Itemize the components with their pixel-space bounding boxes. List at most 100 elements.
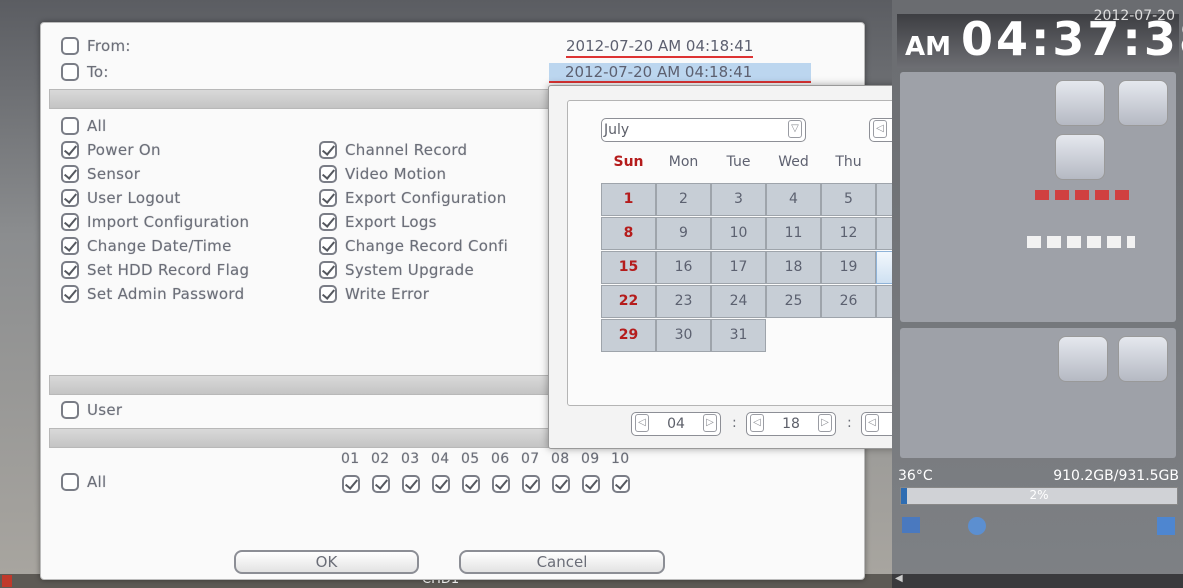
event-option[interactable]: Export Configuration [319, 189, 507, 207]
second-prev-icon[interactable]: ◁ [865, 414, 879, 432]
channel-checkbox[interactable] [582, 475, 600, 493]
event-checkbox[interactable] [61, 237, 79, 255]
event-checkbox[interactable] [61, 141, 79, 159]
channel-checkbox[interactable] [522, 475, 540, 493]
calendar-day[interactable]: 31 [711, 319, 766, 352]
calendar-day[interactable]: 30 [656, 319, 711, 352]
channel-all-row[interactable]: All [61, 473, 107, 491]
snowflake-icon[interactable] [1055, 134, 1105, 180]
hour-stepper[interactable]: ◁ 04 ▷ [631, 412, 721, 436]
ok-button[interactable]: OK [234, 550, 419, 574]
calendar-day[interactable]: 10 [711, 217, 766, 250]
channel-checkbox[interactable] [552, 475, 570, 493]
event-option[interactable]: Import Configuration [61, 213, 249, 231]
hour-prev-icon[interactable]: ◁ [635, 414, 649, 432]
search-icon[interactable] [1118, 80, 1168, 126]
event-checkbox[interactable] [61, 261, 79, 279]
event-option[interactable]: Write Error [319, 285, 429, 303]
calendar-day[interactable]: 22 [601, 285, 656, 318]
event-checkbox[interactable] [61, 213, 79, 231]
channel-checkbox[interactable] [342, 475, 360, 493]
calendar-day[interactable]: 1 [601, 183, 656, 216]
month-select[interactable]: July ▽ [601, 118, 806, 142]
calendar-day[interactable]: 19 [821, 251, 876, 284]
channel-checkbox[interactable] [492, 475, 510, 493]
event-checkbox[interactable] [319, 213, 337, 231]
events-all-row[interactable]: All [61, 117, 107, 135]
log-notepad-icon[interactable] [1055, 80, 1105, 126]
calendar-day[interactable]: 9 [656, 217, 711, 250]
from-row[interactable]: From: [61, 37, 131, 55]
to-checkbox[interactable] [61, 63, 79, 81]
calendar-day[interactable]: 4 [766, 183, 821, 216]
channel-checkbox[interactable] [432, 475, 450, 493]
user-row[interactable]: User [61, 401, 122, 419]
calendar-day[interactable]: 8 [601, 217, 656, 250]
minute-next-icon[interactable]: ▷ [818, 414, 832, 432]
calendar-day[interactable]: 29 [601, 319, 656, 352]
channel-checkbox[interactable] [402, 475, 420, 493]
user-icon[interactable] [1157, 517, 1175, 535]
event-checkbox[interactable] [319, 165, 337, 183]
calendar-day[interactable]: 18 [766, 251, 821, 284]
calendar-day[interactable]: 3 [711, 183, 766, 216]
event-checkbox[interactable] [61, 189, 79, 207]
event-checkbox[interactable] [61, 285, 79, 303]
event-option[interactable]: Power On [61, 141, 161, 159]
channel-checkbox[interactable] [462, 475, 480, 493]
chevron-down-icon[interactable]: ▽ [788, 120, 802, 138]
event-label: Power On [87, 141, 161, 159]
from-datetime-field[interactable]: 2012-07-20 AM 04:18:41 [566, 37, 754, 58]
minute-stepper[interactable]: ◁ 18 ▷ [746, 412, 836, 436]
event-option[interactable]: Set Admin Password [61, 285, 244, 303]
event-option[interactable]: Set HDD Record Flag [61, 261, 249, 279]
calendar-day[interactable]: 23 [656, 285, 711, 318]
event-option[interactable]: Channel Record [319, 141, 467, 159]
to-datetime-field[interactable]: 2012-07-20 AM 04:18:41 [549, 63, 811, 83]
year-prev-icon[interactable]: ◁ [873, 120, 887, 138]
from-checkbox[interactable] [61, 37, 79, 55]
event-option[interactable]: User Logout [61, 189, 181, 207]
event-option[interactable]: Change Date/Time [61, 237, 232, 255]
channel-checkbox[interactable] [372, 475, 390, 493]
event-option[interactable]: Change Record Confi [319, 237, 508, 255]
event-checkbox[interactable] [319, 261, 337, 279]
calendar-day[interactable]: 16 [656, 251, 711, 284]
calendar-day[interactable]: 12 [821, 217, 876, 250]
event-checkbox[interactable] [319, 189, 337, 207]
event-option[interactable]: Export Logs [319, 213, 437, 231]
weekday-label: Thu [835, 154, 862, 170]
events-all-checkbox[interactable] [61, 117, 79, 135]
disk-usage: 910.2GB/931.5GB [1053, 468, 1179, 484]
to-row[interactable]: To: [61, 63, 109, 81]
event-checkbox[interactable] [319, 237, 337, 255]
calendar-day[interactable]: 15 [601, 251, 656, 284]
event-option[interactable]: System Upgrade [319, 261, 474, 279]
event-checkbox[interactable] [319, 285, 337, 303]
user-checkbox[interactable] [61, 401, 79, 419]
calendar-day[interactable]: 17 [711, 251, 766, 284]
temperature: 36°C [898, 468, 933, 484]
event-checkbox[interactable] [61, 165, 79, 183]
channel-all-checkbox[interactable] [61, 473, 79, 491]
quad-screen-icon[interactable] [1118, 336, 1168, 382]
event-label: Sensor [87, 165, 141, 183]
calendar-day[interactable]: 2 [656, 183, 711, 216]
disc-icon[interactable] [968, 517, 986, 535]
calendar-day[interactable]: 24 [711, 285, 766, 318]
minute-prev-icon[interactable]: ◁ [750, 414, 764, 432]
cancel-button[interactable]: Cancel [459, 550, 665, 574]
calendar-day[interactable]: 5 [821, 183, 876, 216]
single-screen-icon[interactable] [1058, 336, 1108, 382]
event-checkbox[interactable] [319, 141, 337, 159]
calendar-day[interactable]: 25 [766, 285, 821, 318]
hour-next-icon[interactable]: ▷ [703, 414, 717, 432]
status-panel: 2012-07-20 AM 04:37:38 36°C 910.2GB/931.… [892, 0, 1183, 588]
event-option[interactable]: Video Motion [319, 165, 446, 183]
channel-checkbox[interactable] [612, 475, 630, 493]
calendar-day[interactable]: 11 [766, 217, 821, 250]
network-icon[interactable] [902, 517, 920, 533]
calendar-day[interactable]: 26 [821, 285, 876, 318]
collapse-arrow-icon[interactable]: ◀ [895, 573, 903, 584]
event-option[interactable]: Sensor [61, 165, 140, 183]
